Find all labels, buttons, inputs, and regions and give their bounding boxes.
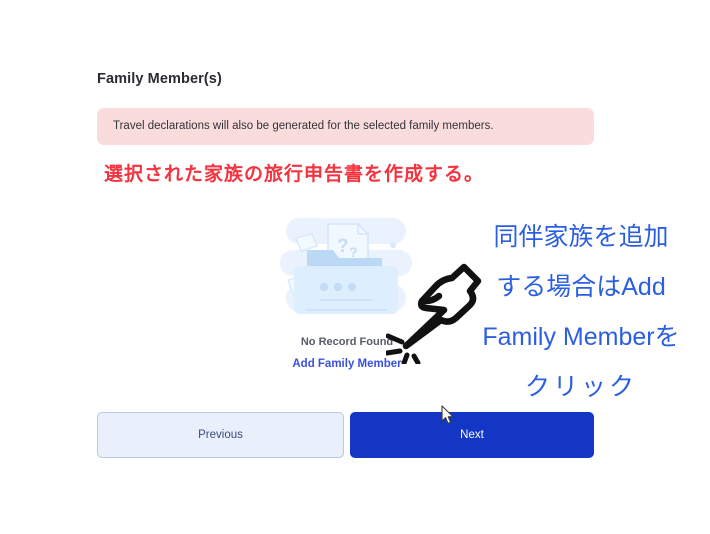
annotation-blue-line-3: Family Memberを: [482, 323, 680, 351]
add-family-member-link[interactable]: Add Family Member: [272, 358, 422, 370]
next-button[interactable]: Next: [350, 412, 594, 458]
no-record-found-label: No Record Found: [300, 336, 394, 348]
annotation-red-note: 選択された家族の旅行申告書を作成する。: [104, 164, 485, 185]
annotation-blue-note: 同伴家族を追加 する場合はAdd Family Memberを クリック: [462, 212, 700, 412]
svg-text:?: ?: [349, 244, 358, 260]
no-record-folder-illustration: ? ?: [280, 212, 412, 324]
annotation-blue-line-2: する場合はAdd: [496, 273, 666, 301]
empty-state-block: ? ? No Record Found Add Family Member: [272, 212, 422, 377]
annotation-blue-line-4: クリック: [524, 373, 637, 401]
annotation-blue-line-1: 同伴家族を追加: [493, 223, 669, 251]
screenshot-stage: Family Member(s) Travel declarations wil…: [0, 0, 710, 534]
info-alert-banner: Travel declarations will also be generat…: [97, 108, 594, 145]
svg-text:?: ?: [337, 236, 349, 257]
alert-message-text: Travel declarations will also be generat…: [113, 120, 494, 132]
previous-button[interactable]: Previous: [97, 412, 344, 458]
page-title: Family Member(s): [97, 71, 222, 87]
